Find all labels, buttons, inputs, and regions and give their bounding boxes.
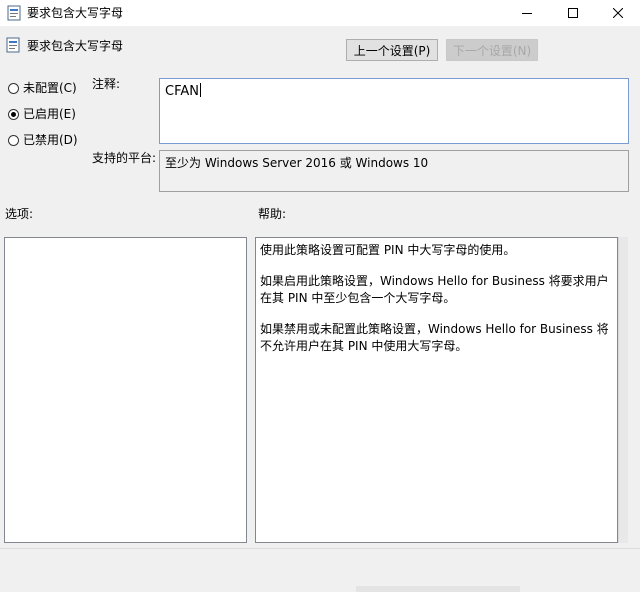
options-section-label: 选项: — [5, 207, 34, 221]
radio-button[interactable] — [8, 134, 19, 146]
radio-disabled[interactable]: 已禁用(D) — [8, 132, 78, 148]
comment-label: 注释: — [92, 77, 121, 91]
footer-divider — [0, 548, 640, 549]
help-section-label: 帮助: — [258, 207, 287, 221]
close-icon — [613, 8, 623, 18]
comment-value: CFAN — [165, 84, 199, 99]
radio-button[interactable] — [8, 108, 19, 120]
minimize-button[interactable] — [504, 0, 550, 26]
window-title: 要求包含大写字母 — [27, 6, 124, 20]
bottom-edge — [356, 586, 520, 592]
radio-label: 未配置(C) — [23, 81, 77, 95]
policy-settings-icon — [7, 5, 21, 21]
radio-label: 已禁用(D) — [23, 133, 78, 147]
help-scrollbar[interactable] — [618, 237, 628, 543]
radio-label: 已启用(E) — [23, 107, 76, 121]
close-button[interactable] — [596, 0, 640, 26]
maximize-icon — [568, 8, 578, 18]
next-setting-button[interactable]: 下一个设置(N) — [446, 39, 538, 61]
comment-field[interactable]: CFAN — [159, 78, 629, 144]
radio-not-configured[interactable]: 未配置(C) — [8, 80, 77, 96]
previous-setting-button[interactable]: 上一个设置(P) — [346, 39, 438, 61]
minimize-icon — [522, 13, 532, 14]
maximize-button[interactable] — [550, 0, 596, 26]
platform-field: 至少为 Windows Server 2016 或 Windows 10 — [159, 150, 629, 192]
radio-enabled[interactable]: 已启用(E) — [8, 106, 76, 122]
radio-button[interactable] — [8, 82, 19, 94]
policy-icon — [6, 37, 20, 53]
options-pane[interactable] — [4, 237, 247, 543]
help-paragraph: 如果禁用或未配置此策略设置，Windows Hello for Business… — [260, 322, 609, 353]
help-paragraph: 如果启用此策略设置，Windows Hello for Business 将要求… — [260, 274, 609, 305]
text-caret — [199, 83, 201, 97]
platform-value: 至少为 Windows Server 2016 或 Windows 10 — [165, 156, 429, 170]
policy-title: 要求包含大写字母 — [27, 39, 124, 53]
help-pane[interactable]: 使用此策略设置可配置 PIN 中大写字母的使用。 如果启用此策略设置，Windo… — [255, 237, 618, 543]
help-paragraph: 使用此策略设置可配置 PIN 中大写字母的使用。 — [260, 243, 516, 257]
platform-label: 支持的平台: — [92, 151, 157, 165]
